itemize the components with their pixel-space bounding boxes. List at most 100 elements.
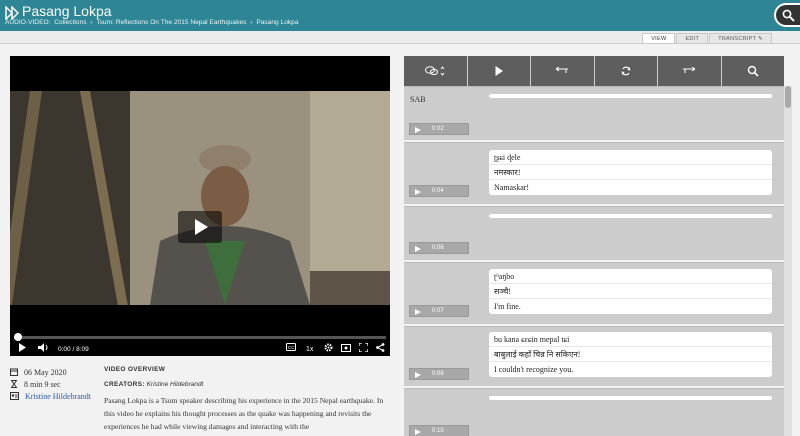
search-button[interactable] [774, 3, 800, 27]
scrollbar-thumb[interactable] [785, 86, 791, 108]
creator-link[interactable]: Kristine Hildebrandt [25, 392, 91, 401]
segment-text-card[interactable]: ʈʂɕi ɖele नमस्कार! Namaskar! [489, 150, 772, 195]
creators-value: Kristine Hildebrandt [146, 381, 204, 388]
media-meta: 06 May 2020 8 min 9 sec Kristine Hildebr… [10, 366, 91, 402]
play-icon [415, 189, 421, 195]
loop-button[interactable] [594, 56, 658, 86]
play-icon [415, 372, 421, 378]
segment-play-button[interactable]: 0:10 [409, 425, 469, 436]
play-icon [415, 309, 421, 315]
segment-empty-bar[interactable] [489, 396, 772, 400]
arrow-left-icon [555, 67, 569, 73]
progress-bar[interactable] [14, 333, 386, 341]
tab-transcript-label: TRANSCRIPT [718, 36, 757, 42]
play-icon[interactable] [18, 343, 27, 352]
progress-knob[interactable] [14, 333, 22, 341]
play-icon [495, 66, 503, 76]
tab-edit[interactable]: EDIT [676, 33, 709, 44]
next-segment-button[interactable] [658, 56, 722, 86]
transcript-search-button[interactable] [721, 56, 784, 86]
breadcrumb-separator: › [250, 19, 253, 26]
previous-segment-button[interactable] [531, 56, 595, 86]
volume-icon[interactable] [38, 343, 49, 352]
tab-view[interactable]: VIEW [642, 33, 676, 44]
fullscreen-icon[interactable] [359, 343, 368, 352]
segment-empty-bar[interactable] [489, 214, 772, 218]
segment-play-button[interactable]: 0:08 [409, 368, 469, 380]
overview-title: VIDEO OVERVIEW [104, 366, 166, 373]
play-transcript-button[interactable] [467, 56, 531, 86]
comments-icon [425, 66, 445, 76]
segment-play-button[interactable]: 0:04 [409, 185, 469, 197]
video-thumbnail [10, 91, 390, 305]
page-title: Pasang Lokpa [22, 3, 112, 19]
segment-text-card[interactable]: bu kana ɕɛɕin mepal tɕi बाबुलाई कहाँ चिन… [489, 332, 772, 377]
arrow-right-icon [683, 67, 696, 73]
transcript-toolbar [404, 56, 784, 86]
transcript-segment: ʈʂɕi ɖele नमस्कार! Namaskar! 0:04 [404, 142, 784, 204]
transcript-segment: ʈʰaŋbo सञ्चै! I'm fine. 0:07 [404, 262, 784, 324]
creator-row: Kristine Hildebrandt [10, 390, 91, 402]
breadcrumb-item-type: AUDIO-VIDEO: [5, 19, 51, 26]
breadcrumb-item-collection[interactable]: Tsum: Reflections On The 2015 Nepal Eart… [96, 19, 246, 26]
segment-play-button[interactable]: 0:06 [409, 242, 469, 254]
playback-speed[interactable]: 1x [306, 346, 313, 353]
play-overlay-button[interactable] [178, 211, 222, 243]
transcript-segment: 0:10 [404, 388, 784, 436]
date-row: 06 May 2020 [10, 366, 91, 378]
settings-gear-icon[interactable] [324, 343, 333, 352]
segment-time: 0:04 [432, 188, 444, 194]
duration-row: 8 min 9 sec [10, 378, 91, 390]
svg-text:CC: CC [288, 345, 295, 350]
breadcrumb-item-current: Pasang Lokpa [256, 19, 299, 26]
calendar-icon [10, 368, 18, 376]
duration-text: 8 min 9 sec [24, 379, 61, 389]
transcript-segment: 0:06 [404, 206, 784, 260]
segment-play-button[interactable]: 0:02 [409, 123, 469, 135]
transcript-segment: SAB 0:02 [404, 86, 784, 140]
segment-native-script: सञ्चै! [489, 284, 772, 299]
segment-play-button[interactable]: 0:07 [409, 305, 469, 317]
segment-speaker-label: SAB [410, 95, 426, 104]
view-tabs: VIEW EDIT TRANSCRIPT ✎ [641, 33, 772, 44]
transcript-segment: bu kana ɕɛɕin mepal tɕi बाबुलाई कहाँ चिन… [404, 326, 784, 386]
captions-icon[interactable]: CC [286, 343, 296, 351]
segment-time: 0:10 [432, 428, 444, 434]
segment-native-script: बाबुलाई कहाँ चिन्न नि सकिएन! [489, 347, 772, 362]
segment-translation: I couldn't recognize you. [494, 365, 574, 374]
top-bar: Pasang Lokpa AUDIO-VIDEO: Collections › … [0, 0, 800, 31]
play-icon [415, 246, 421, 252]
play-icon [415, 127, 421, 133]
video-player[interactable]: 0:00 / 8:09 CC 1x [10, 56, 390, 356]
loop-icon [621, 66, 631, 76]
play-icon [195, 219, 208, 235]
time-display: 0:00 / 8:09 [58, 346, 89, 353]
creators-label: CREATORS: [104, 381, 145, 388]
share-icon[interactable] [376, 343, 385, 352]
breadcrumb-item-collections[interactable]: Collections [54, 19, 86, 26]
play-icon [415, 429, 421, 435]
date-text: 06 May 2020 [24, 367, 67, 377]
comments-button[interactable] [404, 56, 468, 86]
search-icon [782, 9, 795, 22]
segment-time: 0:08 [432, 371, 444, 377]
snapshot-icon[interactable] [341, 343, 351, 352]
transcript-scrollbar[interactable] [784, 86, 792, 436]
overview-description: Pasang Lokpa is a Tsum speaker describin… [104, 396, 384, 431]
segment-translation: I'm fine. [494, 302, 521, 311]
id-card-icon [10, 392, 19, 400]
segment-native-script: नमस्कार! [489, 165, 772, 180]
segment-transcription: ʈʂɕi ɖele [489, 150, 772, 165]
logo-icon[interactable] [5, 6, 19, 20]
segment-empty-bar[interactable] [489, 94, 772, 98]
pencil-icon: ✎ [758, 36, 763, 42]
creators-line: CREATORS: Kristine Hildebrandt [104, 381, 394, 388]
tab-transcript[interactable]: TRANSCRIPT ✎ [709, 33, 772, 44]
segment-transcription: bu kana ɕɛɕin mepal tɕi [489, 332, 772, 347]
segment-time: 0:07 [432, 308, 444, 314]
segment-transcription: ʈʰaŋbo [489, 269, 772, 284]
segment-text-card[interactable]: ʈʰaŋbo सञ्चै! I'm fine. [489, 269, 772, 314]
video-frame[interactable] [10, 91, 390, 305]
segment-time: 0:06 [432, 245, 444, 251]
breadcrumb-separator: › [90, 19, 93, 26]
